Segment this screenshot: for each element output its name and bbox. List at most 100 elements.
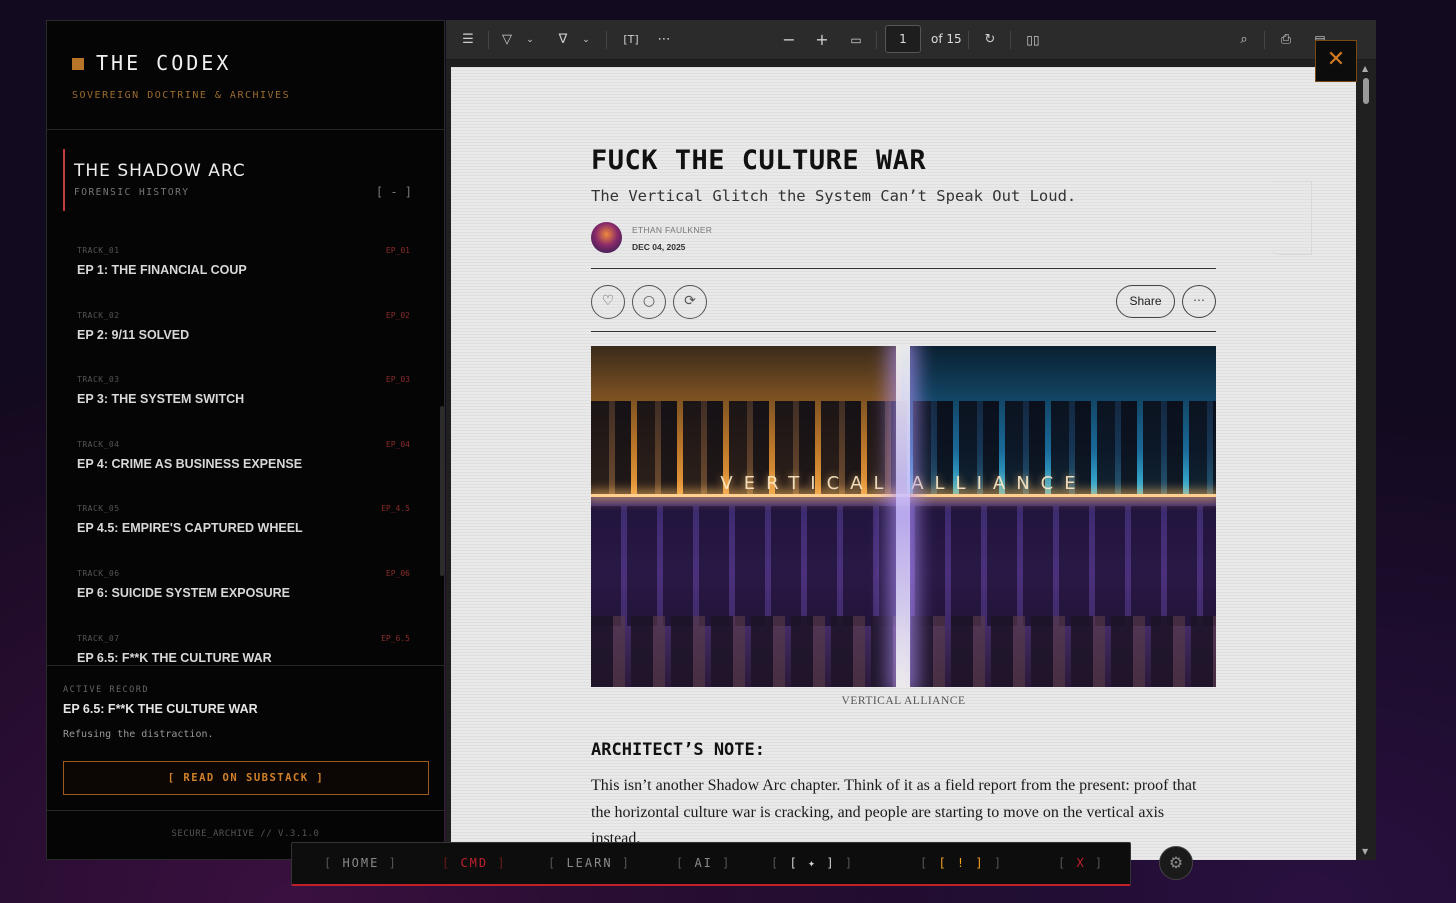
toolbar-divider (1264, 31, 1265, 49)
comment-icon[interactable]: ○ (632, 285, 666, 319)
pdf-scrollbar[interactable]: ▲ ▼ (1360, 62, 1372, 860)
track-id: TRACK_02 (77, 311, 120, 320)
track-item[interactable]: TRACK_01 EP_01 EP 1: THE FINANCIAL COUP (77, 236, 410, 284)
search-icon[interactable]: ⌕ (1234, 30, 1254, 50)
pdf-viewer: ☰ ▽ ⌄ ∇ ⌄ [T] ⋯ − + ▭ 1 of 15 ↻ ▯▯ ⌕ ⎙ ▤… (446, 20, 1376, 860)
pdf-toolbar: ☰ ▽ ⌄ ∇ ⌄ [T] ⋯ − + ▭ 1 of 15 ↻ ▯▯ ⌕ ⎙ ▤ (446, 20, 1376, 60)
nav-home-label: HOME (342, 856, 380, 870)
pen-icon[interactable]: ∇ (554, 30, 572, 50)
track-title: EP 6.5: F**K THE CULTURE WAR (77, 651, 272, 664)
page-count: of 15 (931, 32, 962, 46)
nav-exit[interactable]: [ X ] (1058, 856, 1104, 870)
bottom-dock: [ HOME ] [ CMD ] [ LEARN ] [ AI ] [ [ ✦ … (291, 842, 1131, 886)
track-title: EP 2: 9/11 SOLVED (77, 328, 190, 342)
hero-lightning (896, 346, 910, 687)
toolbar-divider (876, 31, 877, 49)
minus-icon[interactable]: − (779, 30, 799, 50)
scrollbar-thumb[interactable] (1363, 78, 1369, 104)
image-caption: VERTICAL ALLIANCE (841, 695, 966, 707)
active-record-panel: ACTIVE RECORD EP 6.5: F**K THE CULTURE W… (47, 665, 444, 811)
print-icon[interactable]: ⎙ (1276, 30, 1296, 50)
version-footer: SECURE_ARCHIVE // V.3.1.0 (171, 829, 320, 839)
brand-header: THE CODEX SOVEREIGN DOCTRINE & ARCHIVES (47, 21, 444, 130)
star-icon: ✦ (807, 856, 818, 870)
nav-home[interactable]: [ HOME ] (324, 856, 398, 870)
track-item[interactable]: TRACK_04 EP_04 EP 4: CRIME AS BUSINESS E… (77, 430, 410, 478)
track-item[interactable]: TRACK_05 EP_4.5 EP 4.5: EMPIRE'S CAPTURE… (77, 494, 410, 542)
note-body: This isn’t another Shadow Arc chapter. T… (591, 777, 1197, 847)
heart-icon[interactable]: ♡ (591, 285, 625, 319)
rotate-icon[interactable]: ↻ (980, 30, 1000, 50)
list-icon[interactable]: ☰ (458, 30, 478, 50)
section-title: THE SHADOW ARC (74, 161, 246, 181)
two-page-icon[interactable]: ▯▯ (1022, 30, 1044, 50)
nav-exit-label: X (1076, 856, 1086, 870)
highlighter-icon[interactable]: ▽ (498, 30, 516, 50)
track-ep-code: EP_02 (385, 311, 410, 320)
text-box-icon[interactable]: [T] (621, 30, 641, 50)
toolbar-divider (606, 31, 607, 49)
hero-image[interactable]: VERTICAL ALLIANCE (591, 346, 1216, 687)
sidebar: THE CODEX SOVEREIGN DOCTRINE & ARCHIVES … (46, 20, 445, 860)
brand-title: THE CODEX (96, 51, 232, 75)
track-item[interactable]: TRACK_03 EP_03 EP 3: THE SYSTEM SWITCH (77, 365, 410, 413)
close-icon[interactable]: ✕ (1315, 40, 1357, 82)
track-id: TRACK_06 (77, 569, 120, 578)
share-button[interactable]: Share (1116, 285, 1175, 318)
nav-alert[interactable]: [ [ ! ] ] (920, 856, 1003, 870)
section-header-shadow-arc[interactable]: THE SHADOW ARC FORENSIC HISTORY [ - ] (63, 149, 428, 211)
divider (591, 331, 1216, 332)
plus-icon[interactable]: + (812, 30, 832, 50)
track-ep-code: EP_04 (385, 440, 410, 449)
track-ep-code: EP_06 (385, 569, 410, 578)
track-title: EP 4: CRIME AS BUSINESS EXPENSE (77, 457, 303, 471)
brand-logo-square (72, 58, 84, 70)
ellipsis-icon[interactable]: ⋯ (1182, 285, 1216, 318)
sidebar-scrollbar[interactable] (440, 406, 444, 576)
toolbar-divider (968, 31, 969, 49)
active-record-desc: Refusing the distraction. (63, 729, 214, 740)
nav-learn[interactable]: [ LEARN ] (548, 856, 631, 870)
gear-icon[interactable]: ⚙ (1159, 846, 1193, 880)
toolbar-divider (488, 31, 489, 49)
track-ep-code: EP_03 (385, 375, 410, 384)
track-item[interactable]: TRACK_06 EP_06 EP 6: SUICIDE SYSTEM EXPO… (77, 559, 410, 607)
brand-subtitle: SOVEREIGN DOCTRINE & ARCHIVES (72, 90, 291, 101)
active-record-label: ACTIVE RECORD (63, 685, 150, 695)
track-list: TRACK_01 EP_01 EP 1: THE FINANCIAL COUP … (47, 226, 444, 664)
nav-ai[interactable]: [ AI ] (676, 856, 731, 870)
section-subtitle: FORENSIC HISTORY (74, 187, 190, 198)
alert-icon: ! (956, 856, 967, 870)
fit-page-icon[interactable]: ▭ (846, 30, 866, 50)
toolbar-divider (1010, 31, 1011, 49)
restack-icon[interactable]: ⟳ (673, 285, 707, 319)
track-ep-code: EP_01 (385, 246, 410, 255)
active-record-title: EP 6.5: F**K THE CULTURE WAR (63, 702, 258, 716)
read-on-substack-button[interactable]: [ READ ON SUBSTACK ] (63, 761, 429, 795)
track-title: EP 4.5: EMPIRE'S CAPTURED WHEEL (77, 521, 303, 535)
pdf-page[interactable]: FUCK THE CULTURE WAR The Vertical Glitch… (451, 67, 1356, 860)
author-name[interactable]: ETHAN FAULKNER (632, 225, 712, 235)
chevron-down-icon[interactable]: ⌄ (524, 30, 536, 50)
page-number-input[interactable]: 1 (885, 25, 921, 53)
nav-cmd[interactable]: [ CMD ] (442, 856, 507, 870)
ellipsis-icon[interactable]: ⋯ (654, 30, 674, 50)
publish-date: DEC 04, 2025 (632, 242, 686, 252)
track-ep-code: EP_4.5 (381, 504, 410, 513)
track-id: TRACK_01 (77, 246, 120, 255)
track-item-active[interactable]: TRACK_07 EP_6.5 EP 6.5: F**K THE CULTURE… (77, 624, 410, 664)
scroll-down-icon[interactable]: ▼ (1362, 847, 1368, 856)
chevron-down-icon[interactable]: ⌄ (580, 30, 592, 50)
track-item[interactable]: TRACK_02 EP_02 EP 2: 9/11 SOLVED (77, 301, 410, 349)
avatar[interactable] (591, 222, 622, 253)
track-id: TRACK_07 (77, 634, 120, 643)
nav-ai-label: AI (694, 856, 713, 870)
note-heading: ARCHITECT’S NOTE: (591, 740, 765, 760)
article-title: FUCK THE CULTURE WAR (591, 145, 927, 176)
article-subtitle: The Vertical Glitch the System Can’t Spe… (591, 187, 1077, 205)
nav-star[interactable]: [ [ ✦ ] ] (771, 856, 854, 870)
section-collapse-toggle[interactable]: [ - ] (376, 185, 412, 199)
scroll-up-icon[interactable]: ▲ (1362, 64, 1368, 73)
nav-cmd-label: CMD (460, 856, 489, 870)
section-active-indicator (63, 149, 65, 211)
